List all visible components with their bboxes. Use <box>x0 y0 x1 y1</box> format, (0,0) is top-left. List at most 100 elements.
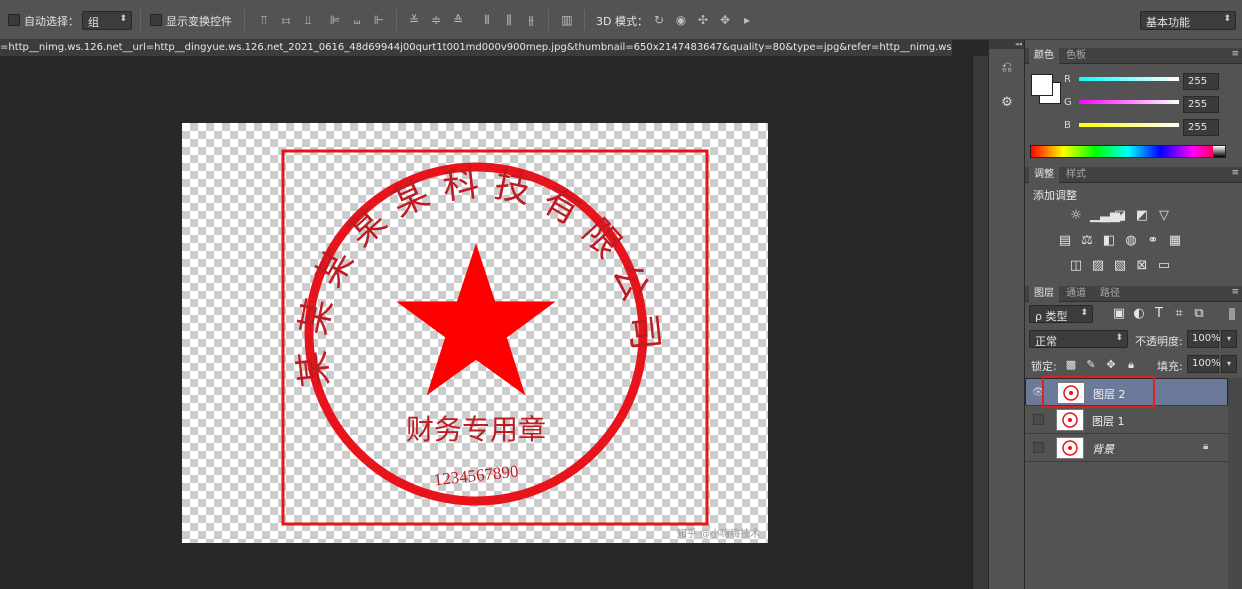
slide-3d-icon[interactable]: ✥ <box>716 11 734 29</box>
visibility-toggle[interactable] <box>1033 442 1044 453</box>
filter-shape-icon[interactable]: ⌗ <box>1171 306 1187 322</box>
opacity-label: 不透明度: <box>1135 335 1183 348</box>
lock-position-icon[interactable]: ✥ <box>1103 357 1119 373</box>
foreground-color-swatch-top[interactable] <box>1031 74 1053 96</box>
auto-select-checkbox[interactable] <box>8 14 20 26</box>
distribute-top-icon[interactable]: ≚ <box>405 11 423 29</box>
photo-filter-icon[interactable]: ◍ <box>1123 233 1139 249</box>
auto-align-icon[interactable]: ▥ <box>558 11 576 29</box>
black-white-icon[interactable]: ◧ <box>1101 233 1117 249</box>
brightness-icon[interactable]: ☼ <box>1068 208 1084 224</box>
curves-icon[interactable]: ◪ <box>1112 208 1128 224</box>
fill-dropdown-icon[interactable]: ▾ <box>1221 355 1237 373</box>
lock-transparent-icon[interactable]: ▩ <box>1063 357 1079 373</box>
layer-name[interactable]: 图层 1 <box>1092 413 1125 429</box>
filter-toggle[interactable] <box>1229 308 1235 320</box>
distribute-vcenter-icon[interactable]: ≑ <box>427 11 445 29</box>
exposure-icon[interactable]: ◩ <box>1134 208 1150 224</box>
align-top-icon[interactable]: ⫪ <box>255 11 273 29</box>
channel-mixer-icon[interactable]: ⚭ <box>1145 233 1161 249</box>
blend-mode-dropdown[interactable]: 正常 ⬍ <box>1029 330 1128 348</box>
tab-adjustments[interactable]: 调整 <box>1029 167 1059 183</box>
channel-r-value[interactable]: 255 <box>1183 73 1219 90</box>
scale-3d-icon[interactable]: ▸ <box>738 11 756 29</box>
tab-layers[interactable]: 图层 <box>1029 286 1059 302</box>
show-transform-checkbox[interactable] <box>150 14 162 26</box>
lock-all-icon[interactable]: 🔒︎ <box>1123 357 1139 373</box>
layer-filter-label: ρ 类型 <box>1035 310 1068 323</box>
color-lookup-icon[interactable]: ▦ <box>1167 233 1183 249</box>
filter-smart-object-icon[interactable]: ⧉ <box>1191 306 1207 322</box>
filter-type-icon[interactable]: T <box>1151 306 1167 322</box>
document-tab[interactable]: =http__nimg.ws.126.net__url=http__dingyu… <box>0 40 952 56</box>
panel-menu-icon[interactable]: ≡ <box>1231 168 1239 178</box>
seal-purpose: 财务专用章 <box>406 414 546 446</box>
lock-image-icon[interactable]: ✎ <box>1083 357 1099 373</box>
collapse-dock-icon[interactable]: ◂◂ <box>989 40 1025 49</box>
dropdown-arrow-icon: ⬍ <box>1115 333 1123 343</box>
layers-scrollbar[interactable] <box>1228 378 1242 589</box>
distribute-left-icon[interactable]: ⫴ <box>478 11 496 29</box>
layers-panel-header: 图层 通道 路径 ≡ <box>1025 286 1242 302</box>
properties-panel-icon[interactable]: ⚙ <box>995 92 1019 114</box>
auto-select-dropdown[interactable]: 组 ⬍ <box>82 11 132 30</box>
blend-mode-value: 正常 <box>1035 335 1057 348</box>
align-right-icon[interactable]: ⊩ <box>370 11 388 29</box>
fill-value[interactable]: 100% <box>1187 355 1221 373</box>
opacity-value[interactable]: 100% <box>1187 330 1221 348</box>
layers-list: 👁︎ 图层 2 图层 1 背景 🔒︎ <box>1025 378 1228 589</box>
dropdown-arrow-icon: ⬍ <box>119 14 127 24</box>
color-balance-icon[interactable]: ⚖ <box>1079 233 1095 249</box>
channel-g-value[interactable]: 255 <box>1183 96 1219 113</box>
align-bottom-icon[interactable]: ⫫ <box>299 11 317 29</box>
black-white-ramp[interactable] <box>1213 146 1225 157</box>
channel-r-slider[interactable] <box>1079 77 1179 81</box>
filter-pixel-icon[interactable]: ▣ <box>1111 306 1127 322</box>
filter-adjustment-icon[interactable]: ◐ <box>1131 306 1147 322</box>
rotate-3d-icon[interactable]: ↻ <box>650 11 668 29</box>
layer-filter-dropdown[interactable]: ρ 类型 ⬍ <box>1029 305 1093 323</box>
roll-3d-icon[interactable]: ◉ <box>672 11 690 29</box>
drag-3d-icon[interactable]: ✣ <box>694 11 712 29</box>
gradient-map-icon[interactable]: ▭ <box>1156 258 1172 274</box>
tab-styles[interactable]: 样式 <box>1061 167 1091 183</box>
add-adjustment-title: 添加调整 <box>1033 189 1077 202</box>
align-hcenter-icon[interactable]: ⧢ <box>348 11 366 29</box>
right-panels: 颜色 色板 ≡ R 255 G 255 B 255 调整 样式 ≡ 添加调整 ☼… <box>1024 40 1242 589</box>
distribute-bottom-icon[interactable]: ≙ <box>449 11 467 29</box>
opacity-dropdown-icon[interactable]: ▾ <box>1221 330 1237 348</box>
channel-r-label: R <box>1064 74 1071 85</box>
layer-row-background[interactable]: 背景 🔒︎ <box>1025 434 1228 462</box>
channel-g-label: G <box>1064 97 1072 108</box>
vertical-scrollbar[interactable] <box>972 56 988 589</box>
channel-g-slider[interactable] <box>1079 100 1179 104</box>
invert-icon[interactable]: ◫ <box>1068 258 1084 274</box>
align-left-icon[interactable]: ⊫ <box>326 11 344 29</box>
document-canvas[interactable]: 某某某某某科技有限公司 财务专用章 1234567890 知乎 @小嗨嗨技术 <box>182 123 768 543</box>
color-spectrum-bar[interactable] <box>1030 145 1226 158</box>
tab-color[interactable]: 颜色 <box>1029 48 1059 64</box>
workspace-dropdown[interactable]: 基本功能 ⬍ <box>1140 11 1236 30</box>
vibrance-icon[interactable]: ▽ <box>1156 208 1172 224</box>
posterize-icon[interactable]: ▨ <box>1090 258 1106 274</box>
threshold-icon[interactable]: ▧ <box>1112 258 1128 274</box>
channel-b-value[interactable]: 255 <box>1183 119 1219 136</box>
selective-color-icon[interactable]: ⊠ <box>1134 258 1150 274</box>
panel-menu-icon[interactable]: ≡ <box>1231 287 1239 297</box>
visibility-toggle[interactable] <box>1033 414 1044 425</box>
tab-channels[interactable]: 通道 <box>1061 286 1091 302</box>
tab-paths[interactable]: 路径 <box>1095 286 1125 302</box>
levels-icon[interactable]: ▁▃▅ <box>1090 208 1120 224</box>
hue-saturation-icon[interactable]: ▤ <box>1057 233 1073 249</box>
history-panel-icon[interactable]: ⎌ <box>995 57 1019 79</box>
layer-thumbnail <box>1056 409 1084 431</box>
distribute-right-icon[interactable]: ⫵ <box>522 11 540 29</box>
layer-name[interactable]: 背景 <box>1092 441 1114 457</box>
tab-swatches[interactable]: 色板 <box>1061 48 1091 64</box>
layer-row-layer1[interactable]: 图层 1 <box>1025 406 1228 434</box>
channel-b-slider[interactable] <box>1079 123 1179 127</box>
separator <box>548 10 549 30</box>
distribute-hcenter-icon[interactable]: ⫼ <box>500 11 518 29</box>
panel-menu-icon[interactable]: ≡ <box>1231 49 1239 59</box>
align-vcenter-icon[interactable]: ⧦ <box>277 11 295 29</box>
